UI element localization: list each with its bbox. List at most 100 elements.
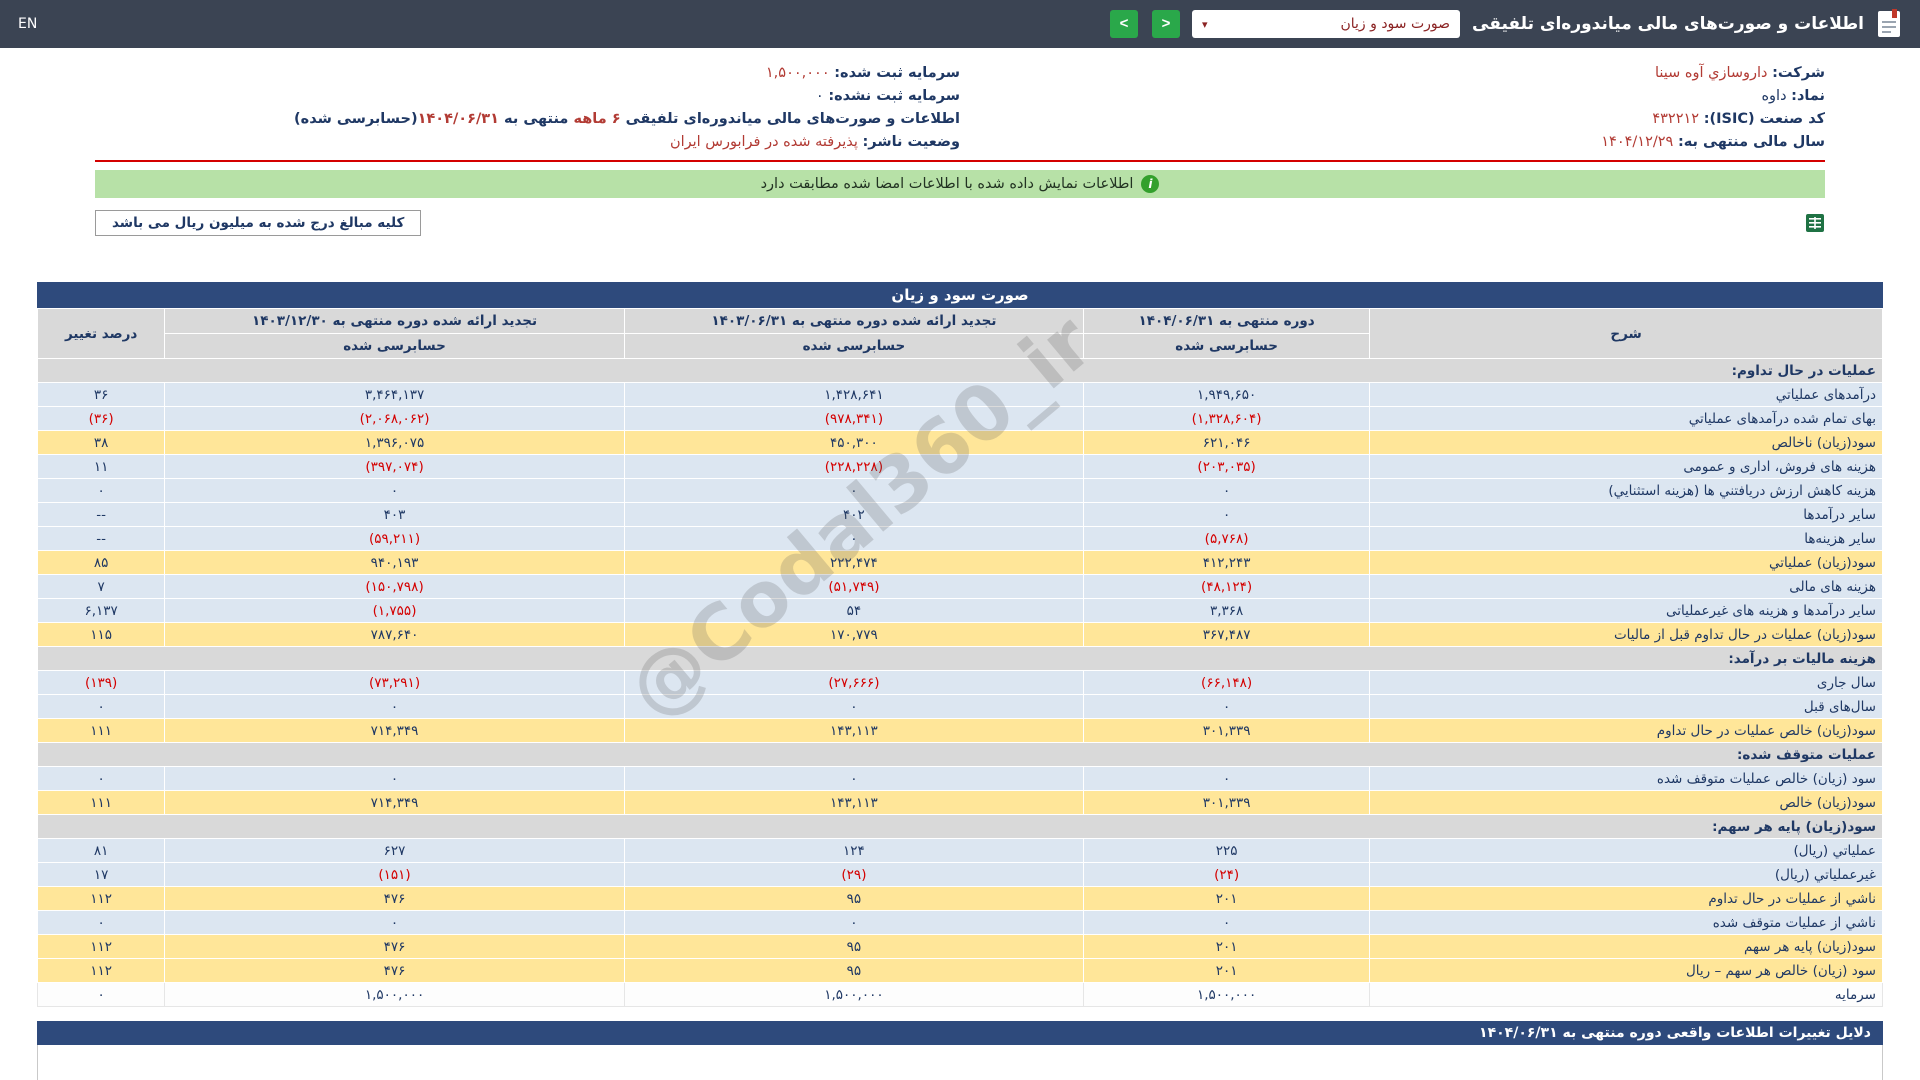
statement-row: هزینه های مالی(۴۸,۱۲۴)(۵۱,۷۴۹)(۱۵۰,۷۹۸)۷: [38, 575, 1883, 599]
row-change: ۳۸: [38, 431, 165, 455]
fiscal-year-value: ۱۴۰۴/۱۲/۲۹: [1601, 134, 1673, 150]
row-value-2: ۴۷۶: [165, 935, 624, 959]
row-label: سود(زیان) عملیاتي: [1370, 551, 1883, 575]
row-label: سود(زیان) ناخالص: [1370, 431, 1883, 455]
row-label: ناشي از عملیات در حال تداوم: [1370, 887, 1883, 911]
row-value-1: (۲۹): [624, 863, 1083, 887]
row-value-1: ۱۲۴: [624, 839, 1083, 863]
row-value-0: ۰: [1084, 767, 1370, 791]
column-header-period-1: تجدید ارائه شده دوره منتهی به ۱۴۰۳/۰۶/۳۱: [624, 309, 1083, 334]
row-label: سایر درآمدها: [1370, 503, 1883, 527]
row-change: --: [38, 503, 165, 527]
statement-row: ناشي از عملیات متوقف شده۰۰۰۰: [38, 911, 1883, 935]
row-value-2: (۳۹۷,۰۷۴): [165, 455, 624, 479]
row-value-2: (۲,۰۶۸,۰۶۲): [165, 407, 624, 431]
row-change: ۶,۱۳۷: [38, 599, 165, 623]
nav-back-button[interactable]: <: [1110, 10, 1138, 38]
row-value-1: ۱,۴۲۸,۶۴۱: [624, 383, 1083, 407]
statement-row: سود(زیان) خالص۳۰۱,۳۳۹۱۴۳,۱۱۳۷۱۴,۳۴۹۱۱۱: [38, 791, 1883, 815]
row-value-1: ۴۵۰,۳۰۰: [624, 431, 1083, 455]
fiscal-year-field: سال مالی منتهی به: ۱۴۰۴/۱۲/۲۹: [960, 131, 1825, 154]
registered-capital-field: سرمایه ثبت شده: ۱,۵۰۰,۰۰۰: [95, 62, 960, 85]
row-value-1: ۰: [624, 527, 1083, 551]
row-value-2: ۷۱۴,۳۴۹: [165, 719, 624, 743]
statement-row: غیرعملیاتي (ریال)(۲۴)(۲۹)(۱۵۱)۱۷: [38, 863, 1883, 887]
statement-row: سود(زیان) پایه هر سهم۲۰۱۹۵۴۷۶۱۱۲: [38, 935, 1883, 959]
section-label: عملیات در حال تداوم:: [38, 359, 1883, 383]
row-value-0: ۰: [1084, 503, 1370, 527]
section-row: عملیات در حال تداوم:: [38, 359, 1883, 383]
income-statement-table: شرح دوره منتهی به ۱۴۰۴/۰۶/۳۱ تجدید ارائه…: [37, 308, 1883, 1007]
publisher-status-value: پذیرفته شده در فرابورس ایران: [670, 134, 858, 150]
registered-capital-value: ۱,۵۰۰,۰۰۰: [766, 65, 830, 81]
row-value-0: ۲۰۱: [1084, 887, 1370, 911]
row-value-1: ۹۵: [624, 959, 1083, 983]
row-change: ۸۵: [38, 551, 165, 575]
row-value-0: ۰: [1084, 911, 1370, 935]
section-row: عملیات متوقف شده:: [38, 743, 1883, 767]
row-value-2: ۴۷۶: [165, 887, 624, 911]
statement-select[interactable]: صورت سود و زیان ▾: [1192, 10, 1460, 38]
section-label: هزینه مالیات بر درآمد:: [38, 647, 1883, 671]
row-label: هزینه های مالی: [1370, 575, 1883, 599]
row-change: ۱۱۲: [38, 959, 165, 983]
row-value-0: ۳۰۱,۳۳۹: [1084, 719, 1370, 743]
footnote-title-bar: دلایل تغییرات اطلاعات واقعی دوره منتهی ب…: [37, 1021, 1883, 1045]
section-label: سود(زیان) پایه هر سهم:: [38, 815, 1883, 839]
unregistered-capital-field: سرمایه ثبت نشده: ۰: [95, 85, 960, 108]
row-label: سال‌های قبل: [1370, 695, 1883, 719]
codal-logo-icon: [1876, 9, 1902, 39]
row-label: هزینه های فروش، اداری و عمومی: [1370, 455, 1883, 479]
column-header-period-0: دوره منتهی به ۱۴۰۴/۰۶/۳۱: [1084, 309, 1370, 334]
row-value-2: ۰: [165, 479, 624, 503]
banner-text: اطلاعات نمایش داده شده با اطلاعات امضا ش…: [761, 176, 1134, 192]
section-row: هزینه مالیات بر درآمد:: [38, 647, 1883, 671]
page-title: اطلاعات و صورت‌های مالی میاندوره‌ای تلفی…: [1472, 14, 1864, 34]
report-period-note: اطلاعات و صورت‌های مالی میاندوره‌ای تلفی…: [95, 108, 960, 131]
signature-match-banner: i اطلاعات نمایش داده شده با اطلاعات امضا…: [95, 170, 1825, 198]
row-value-0: (۱,۳۲۸,۶۰۴): [1084, 407, 1370, 431]
row-value-2: ۴۷۶: [165, 959, 624, 983]
row-change: ۰: [38, 983, 165, 1007]
row-change: (۱۳۹): [38, 671, 165, 695]
row-label: عملیاتي (ریال): [1370, 839, 1883, 863]
language-toggle-en[interactable]: EN: [18, 16, 37, 32]
row-value-2: (۵۹,۲۱۱): [165, 527, 624, 551]
row-value-2: ۱,۵۰۰,۰۰۰: [165, 983, 624, 1007]
column-header-period-2: تجدید ارائه شده دوره منتهی به ۱۴۰۳/۱۲/۳۰: [165, 309, 624, 334]
statement-row: بهای تمام شده درآمدهای عملیاتي(۱,۳۲۸,۶۰۴…: [38, 407, 1883, 431]
isic-field: کد صنعت (ISIC): ۴۳۲۲۱۲: [960, 108, 1825, 131]
column-header-change: درصد تغییر: [38, 309, 165, 359]
company-field: شرکت: داروسازي آوه سينا: [960, 62, 1825, 85]
row-value-1: ۰: [624, 911, 1083, 935]
statement-row: سود(زیان) عملیات در حال تداوم قبل از مال…: [38, 623, 1883, 647]
excel-export-icon[interactable]: [1805, 213, 1825, 233]
row-value-2: ۱,۳۹۶,۰۷۵: [165, 431, 624, 455]
symbol-value: داوه: [1761, 88, 1786, 104]
statement-row: سود(زیان) خالص عملیات در حال تداوم۳۰۱,۳۳…: [38, 719, 1883, 743]
statement-row: سال‌های قبل۰۰۰۰: [38, 695, 1883, 719]
row-label: سایر درآمدها و هزینه های غیرعملیاتی: [1370, 599, 1883, 623]
row-value-1: ۰: [624, 479, 1083, 503]
footnote-body: [37, 1045, 1883, 1080]
row-value-2: ۳,۴۶۴,۱۳۷: [165, 383, 624, 407]
row-change: ۱۱۲: [38, 935, 165, 959]
row-value-0: ۳۶۷,۴۸۷: [1084, 623, 1370, 647]
row-value-0: (۴۸,۱۲۴): [1084, 575, 1370, 599]
row-value-1: ۹۵: [624, 935, 1083, 959]
row-value-1: ۰: [624, 695, 1083, 719]
section-label: عملیات متوقف شده:: [38, 743, 1883, 767]
row-value-1: (۲۲۸,۲۲۸): [624, 455, 1083, 479]
currency-note: کلیه مبالغ درج شده به میلیون ریال می باش…: [95, 210, 421, 236]
row-value-0: ۲۰۱: [1084, 935, 1370, 959]
row-change: ۱۱۱: [38, 719, 165, 743]
nav-forward-button[interactable]: >: [1152, 10, 1180, 38]
row-change: ۸۱: [38, 839, 165, 863]
row-label: هزینه کاهش ارزش دریافتني ها (هزینه استثن…: [1370, 479, 1883, 503]
info-icon: i: [1141, 175, 1159, 193]
row-value-1: ۴۰۲: [624, 503, 1083, 527]
row-label: سود(زیان) پایه هر سهم: [1370, 935, 1883, 959]
row-label: ناشي از عملیات متوقف شده: [1370, 911, 1883, 935]
top-bar-right-group: اطلاعات و صورت‌های مالی میاندوره‌ای تلفی…: [1108, 9, 1902, 39]
row-value-0: (۵,۷۶۸): [1084, 527, 1370, 551]
